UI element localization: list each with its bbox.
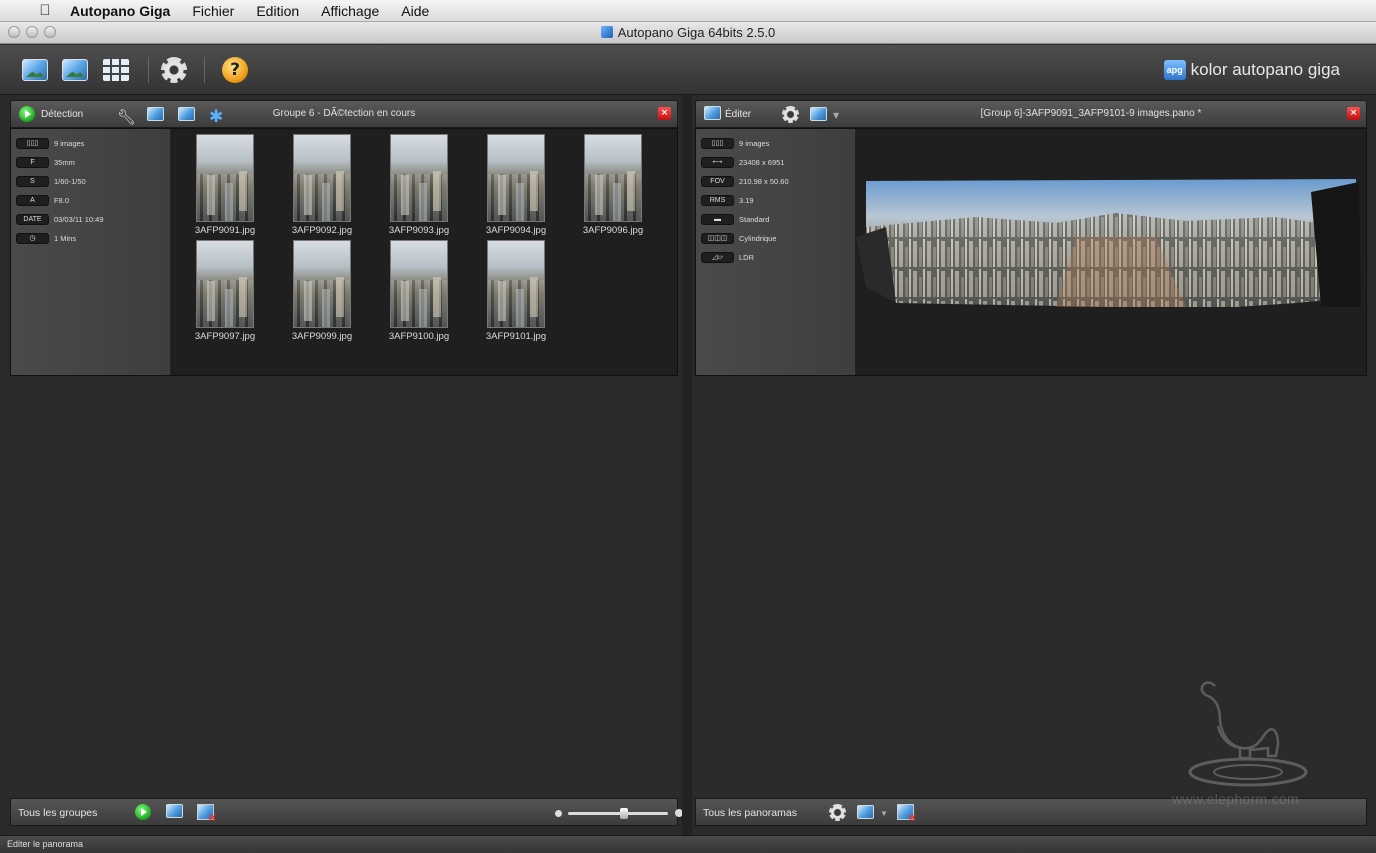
panorama-title: [Group 6]-3AFP9091_3AFP9101-9 images.pan…: [980, 108, 1202, 119]
apg-logo-icon: apg: [1163, 60, 1186, 80]
info-blend: ▬ Standard: [701, 213, 769, 225]
group-panel-footer: Tous les groupes: [10, 798, 683, 826]
panorama-info: ▯▯▯ 9 images ⟷ 23408 x 6951 FOV 210.98 x 50…: [696, 129, 856, 375]
watermark-text: www.elephorm.com: [1172, 791, 1299, 807]
panorama-image: [856, 179, 1361, 307]
export-groups-button[interactable]: [166, 804, 184, 820]
help-button[interactable]: ?: [222, 56, 250, 84]
slider-knob[interactable]: [620, 808, 628, 819]
panorama-body: ▯▯▯ 9 images ⟷ 23408 x 6951 FOV 210.98 x 50…: [695, 128, 1367, 376]
all-panoramas-label: Tous les panoramas: [703, 807, 797, 819]
brand-logo: apg kolor autopano giga: [1163, 60, 1340, 80]
edit-icon: [704, 106, 721, 120]
thumbnail[interactable]: 3AFP9094.jpg: [468, 134, 564, 236]
thumbnail[interactable]: 3AFP9092.jpg: [274, 134, 370, 236]
group-panel-header: Détection 🔧︎ ✱ Groupe 6 - DÃ©tection en …: [10, 100, 678, 128]
status-bar: Editer le panorama: [0, 835, 1376, 853]
edit-button[interactable]: [704, 106, 722, 122]
close-group-button[interactable]: ×: [658, 107, 671, 120]
play-icon: [135, 804, 151, 820]
info-projection: ◫◫◫ Cylindrique: [701, 232, 777, 244]
thumbnail-image: [487, 240, 545, 328]
thumbnail-image: [196, 134, 254, 222]
thumbnail[interactable]: 3AFP9096.jpg: [565, 134, 661, 236]
image-icon: [22, 59, 48, 81]
thumbnail-image: [390, 134, 448, 222]
toolbar-separator: [148, 57, 149, 83]
info-duration: ◷ 1 Mins: [16, 232, 76, 244]
thumbnail[interactable]: 3AFP9100.jpg: [371, 240, 467, 342]
zoom-out-dot[interactable]: [555, 810, 562, 817]
thumbnail[interactable]: 3AFP9101.jpg: [468, 240, 564, 342]
group-title: Groupe 6 - DÃ©tection en cours: [272, 108, 416, 119]
info-size: ⟷ 23408 x 6951: [701, 156, 784, 168]
info-rms: RMS 3.19: [701, 194, 754, 206]
grid-icon: [103, 59, 129, 81]
app-icon: [600, 26, 613, 38]
gear-icon: [782, 106, 799, 123]
info-images: ▯▯▯ 9 images: [16, 137, 84, 149]
import-images-button[interactable]: [22, 56, 50, 84]
image-icon: [62, 59, 88, 81]
image-icon: [166, 804, 183, 818]
detect-all-button[interactable]: [135, 804, 153, 820]
info-fov: FOV 210.98 x 50.60: [701, 175, 789, 187]
render-settings-button[interactable]: [782, 106, 800, 123]
thumbnail[interactable]: 3AFP9097.jpg: [177, 240, 273, 342]
help-icon: ?: [222, 57, 248, 83]
menu-aide[interactable]: Aide: [390, 3, 440, 19]
thumbnail-image: [293, 134, 351, 222]
thumbnail-image: [584, 134, 642, 222]
info-shutter: S 1/60-1/50: [16, 175, 86, 187]
toolbar-separator: [204, 57, 205, 83]
info-date: DATE 03/03/11 10:49: [16, 213, 104, 225]
all-groups-label: Tous les groupes: [18, 807, 98, 819]
delete-image-icon: [197, 804, 216, 825]
apple-menu-icon[interactable]: : [34, 2, 56, 19]
batch-render-button[interactable]: [857, 805, 875, 821]
menu-edition[interactable]: Edition: [245, 3, 310, 19]
group-body: ▯▯▯ 9 images F 35mm S 1/60-1/50 A F8.0 DATE 0…: [10, 128, 678, 376]
delete-image-icon: [897, 804, 916, 825]
chevron-down-icon[interactable]: ▼: [880, 809, 888, 818]
close-panorama-button[interactable]: ×: [1347, 107, 1360, 120]
gear-icon: [161, 57, 187, 83]
menu-bar:  Autopano Giga Fichier Edition Affichag…: [0, 0, 1376, 22]
batch-button[interactable]: [103, 56, 131, 84]
menu-fichier[interactable]: Fichier: [181, 3, 245, 19]
panorama-preview[interactable]: [856, 177, 1361, 325]
edit-label: Éditer: [725, 109, 752, 120]
info-range: ◿▱ LDR: [701, 251, 754, 263]
main-toolbar: ? apg kolor autopano giga: [0, 45, 1376, 95]
panorama-panel-header: Éditer ▼ [Group 6]-3AFP9091_3AFP9101-9 i…: [695, 100, 1367, 128]
info-aperture: A F8.0: [16, 194, 69, 206]
delete-groups-button[interactable]: [197, 804, 216, 825]
group-panel: Détection 🔧︎ ✱ Groupe 6 - DÃ©tection en …: [10, 100, 683, 835]
elephant-logo-icon: [1188, 681, 1308, 787]
watermark: www.elephorm.com: [1172, 676, 1330, 807]
window-title-bar: Autopano Giga 64bits 2.5.0: [0, 22, 1376, 44]
thumbnail-image: [390, 240, 448, 328]
image-icon: [857, 805, 874, 819]
thumbnail[interactable]: 3AFP9091.jpg: [177, 134, 273, 236]
info-focal: F 35mm: [16, 156, 75, 168]
open-images-button[interactable]: [62, 56, 90, 84]
info-images: ▯▯▯ 9 images: [701, 137, 769, 149]
thumbnail-size-slider[interactable]: [568, 808, 668, 819]
window-title: Autopano Giga 64bits 2.5.0: [0, 25, 1376, 40]
batch-settings-button[interactable]: [829, 804, 847, 821]
app-menu[interactable]: Autopano Giga: [62, 3, 181, 19]
delete-panoramas-button[interactable]: [897, 804, 916, 825]
gear-icon: [829, 804, 846, 821]
panel-splitter[interactable]: [682, 95, 692, 835]
thumbnail[interactable]: 3AFP9093.jpg: [371, 134, 467, 236]
thumbnail-image: [293, 240, 351, 328]
group-info: ▯▯▯ 9 images F 35mm S 1/60-1/50 A F8.0 DATE 0…: [11, 129, 171, 375]
settings-button[interactable]: [161, 56, 189, 84]
thumbnail-image: [487, 134, 545, 222]
menu-affichage[interactable]: Affichage: [310, 3, 390, 19]
thumbnail[interactable]: 3AFP9099.jpg: [274, 240, 370, 342]
thumbnail-image: [196, 240, 254, 328]
